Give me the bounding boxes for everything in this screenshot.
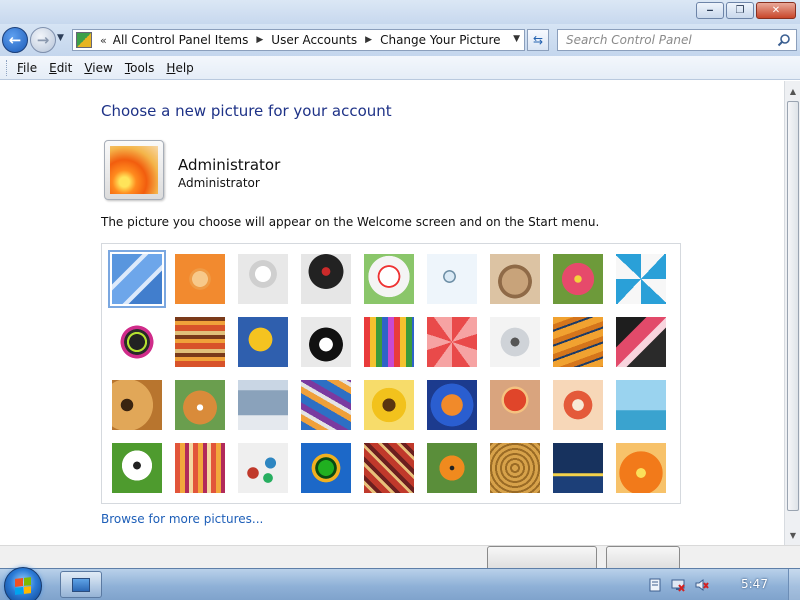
refresh-button[interactable]: ⇆	[527, 29, 549, 51]
picture-tile-lighthouse[interactable]	[553, 443, 603, 493]
picture-tile-robot-figure[interactable]	[238, 254, 288, 304]
menu-file[interactable]: File	[17, 61, 37, 75]
picture-tile-pomeranian[interactable]	[175, 380, 225, 430]
picture-tile-textile[interactable]	[175, 443, 225, 493]
back-button[interactable]: ←	[2, 27, 28, 53]
picture-tile-guitar[interactable]	[112, 380, 162, 430]
search-icon[interactable]	[777, 33, 791, 47]
scroll-up-arrow-icon[interactable]: ▲	[785, 83, 800, 99]
overflow-chevron-icon[interactable]: «	[100, 34, 107, 47]
recent-pages-dropdown[interactable]: ▼	[57, 33, 64, 43]
picture-gallery	[101, 243, 681, 504]
show-desktop-button[interactable]	[788, 569, 800, 600]
menu-grip	[6, 59, 9, 76]
taskbar-control-panel-button[interactable]	[60, 571, 102, 598]
network-disconnected-icon[interactable]	[671, 578, 685, 592]
picture-tile-crayons[interactable]	[364, 317, 414, 367]
volume-muted-icon[interactable]	[695, 578, 709, 592]
browse-more-pictures-link[interactable]: Browse for more pictures...	[101, 512, 263, 526]
picture-tile-fish[interactable]	[427, 380, 477, 430]
picture-tile-jacks[interactable]	[490, 317, 540, 367]
start-button[interactable]	[4, 567, 42, 600]
current-user-picture	[104, 140, 164, 200]
picture-tile-pink-flower[interactable]	[553, 254, 603, 304]
picture-tile-basket[interactable]	[490, 443, 540, 493]
picture-tile-rug[interactable]	[364, 443, 414, 493]
current-picture-image	[110, 146, 158, 194]
picture-tile-turntable[interactable]	[301, 254, 351, 304]
page-title: Choose a new picture for your account	[101, 102, 392, 120]
picture-tile-ball[interactable]	[112, 317, 162, 367]
search-input[interactable]: Search Control Panel	[557, 29, 797, 51]
address-dropdown-icon[interactable]: ▼	[513, 34, 520, 44]
minimize-button[interactable]: ‒	[696, 2, 724, 19]
navigation-bar: ← → ▼ « All Control Panel Items ▶ User A…	[0, 24, 800, 56]
picture-tile-ginkgo-leaf[interactable]	[238, 317, 288, 367]
control-panel-window-icon	[72, 577, 90, 592]
close-button[interactable]: ✕	[756, 2, 796, 19]
picture-tile-marbles[interactable]	[238, 443, 288, 493]
picture-tile-lucky-cat[interactable]	[364, 254, 414, 304]
title-bar: ‒ ❐ ✕	[0, 0, 800, 24]
picture-tile-starfish[interactable]	[175, 254, 225, 304]
caption-buttons: ‒ ❐ ✕	[696, 2, 796, 19]
windows-logo-icon	[15, 577, 31, 595]
address-bar[interactable]: « All Control Panel Items ▶ User Account…	[72, 29, 525, 51]
breadcrumb-user-accounts[interactable]: User Accounts	[271, 33, 357, 47]
change-picture-button[interactable]	[487, 546, 597, 568]
picture-tile-hot-air-balloon[interactable]	[490, 380, 540, 430]
menu-bar: File Edit View Tools Help	[0, 56, 800, 80]
picture-tile-butterfly[interactable]	[427, 443, 477, 493]
breadcrumb-change-your-picture[interactable]: Change Your Picture	[380, 33, 500, 47]
picture-tile-kitten[interactable]	[490, 254, 540, 304]
search-placeholder: Search Control Panel	[566, 33, 692, 47]
picture-tile-pinwheel[interactable]	[616, 254, 666, 304]
content-area: Choose a new picture for your account Ad…	[0, 81, 784, 545]
picture-tile-silk[interactable]	[301, 380, 351, 430]
picture-tile-fabric[interactable]	[175, 317, 225, 367]
menu-edit[interactable]: Edit	[49, 61, 72, 75]
account-type: Administrator	[178, 176, 260, 190]
control-panel-icon	[76, 32, 92, 48]
picture-tile-doll[interactable]	[553, 380, 603, 430]
forward-button[interactable]: →	[30, 27, 56, 53]
picture-tile-sunflower[interactable]	[364, 380, 414, 430]
picture-tile-soccer-ball[interactable]	[112, 443, 162, 493]
picture-tile-stairs[interactable]	[553, 317, 603, 367]
picture-tile-origami-crane[interactable]	[616, 317, 666, 367]
picture-tile-roller-coaster[interactable]	[108, 250, 166, 308]
scrollbar-thumb[interactable]	[787, 101, 799, 511]
picture-tile-window[interactable]	[301, 443, 351, 493]
picture-tile-dog[interactable]	[301, 317, 351, 367]
bottom-button-strip	[0, 545, 800, 568]
user-name: Administrator	[178, 156, 281, 174]
picture-tile-sailboat[interactable]	[616, 380, 666, 430]
picture-tile-paper-star[interactable]	[427, 317, 477, 367]
description-text: The picture you choose will appear on th…	[101, 215, 600, 229]
breadcrumb-all-control-panel-items[interactable]: All Control Panel Items	[113, 33, 249, 47]
clock[interactable]: 5:47	[741, 577, 768, 591]
cancel-button[interactable]	[606, 546, 680, 568]
maximize-button[interactable]: ❐	[726, 2, 754, 19]
menu-help[interactable]: Help	[166, 61, 193, 75]
breadcrumb-separator-icon[interactable]: ▶	[365, 35, 372, 45]
picture-tile-gyroscope[interactable]	[427, 254, 477, 304]
menu-tools[interactable]: Tools	[125, 61, 155, 75]
picture-tile-toy-robot[interactable]	[238, 380, 288, 430]
action-center-icon[interactable]	[648, 578, 662, 592]
breadcrumb-separator-icon[interactable]: ▶	[256, 35, 263, 45]
scroll-down-arrow-icon[interactable]: ▼	[785, 527, 800, 543]
picture-tile-orange-flower[interactable]	[616, 443, 666, 493]
menu-view[interactable]: View	[84, 61, 112, 75]
vertical-scrollbar[interactable]: ▲ ▼	[784, 81, 800, 545]
taskbar: 5:47	[0, 567, 800, 600]
